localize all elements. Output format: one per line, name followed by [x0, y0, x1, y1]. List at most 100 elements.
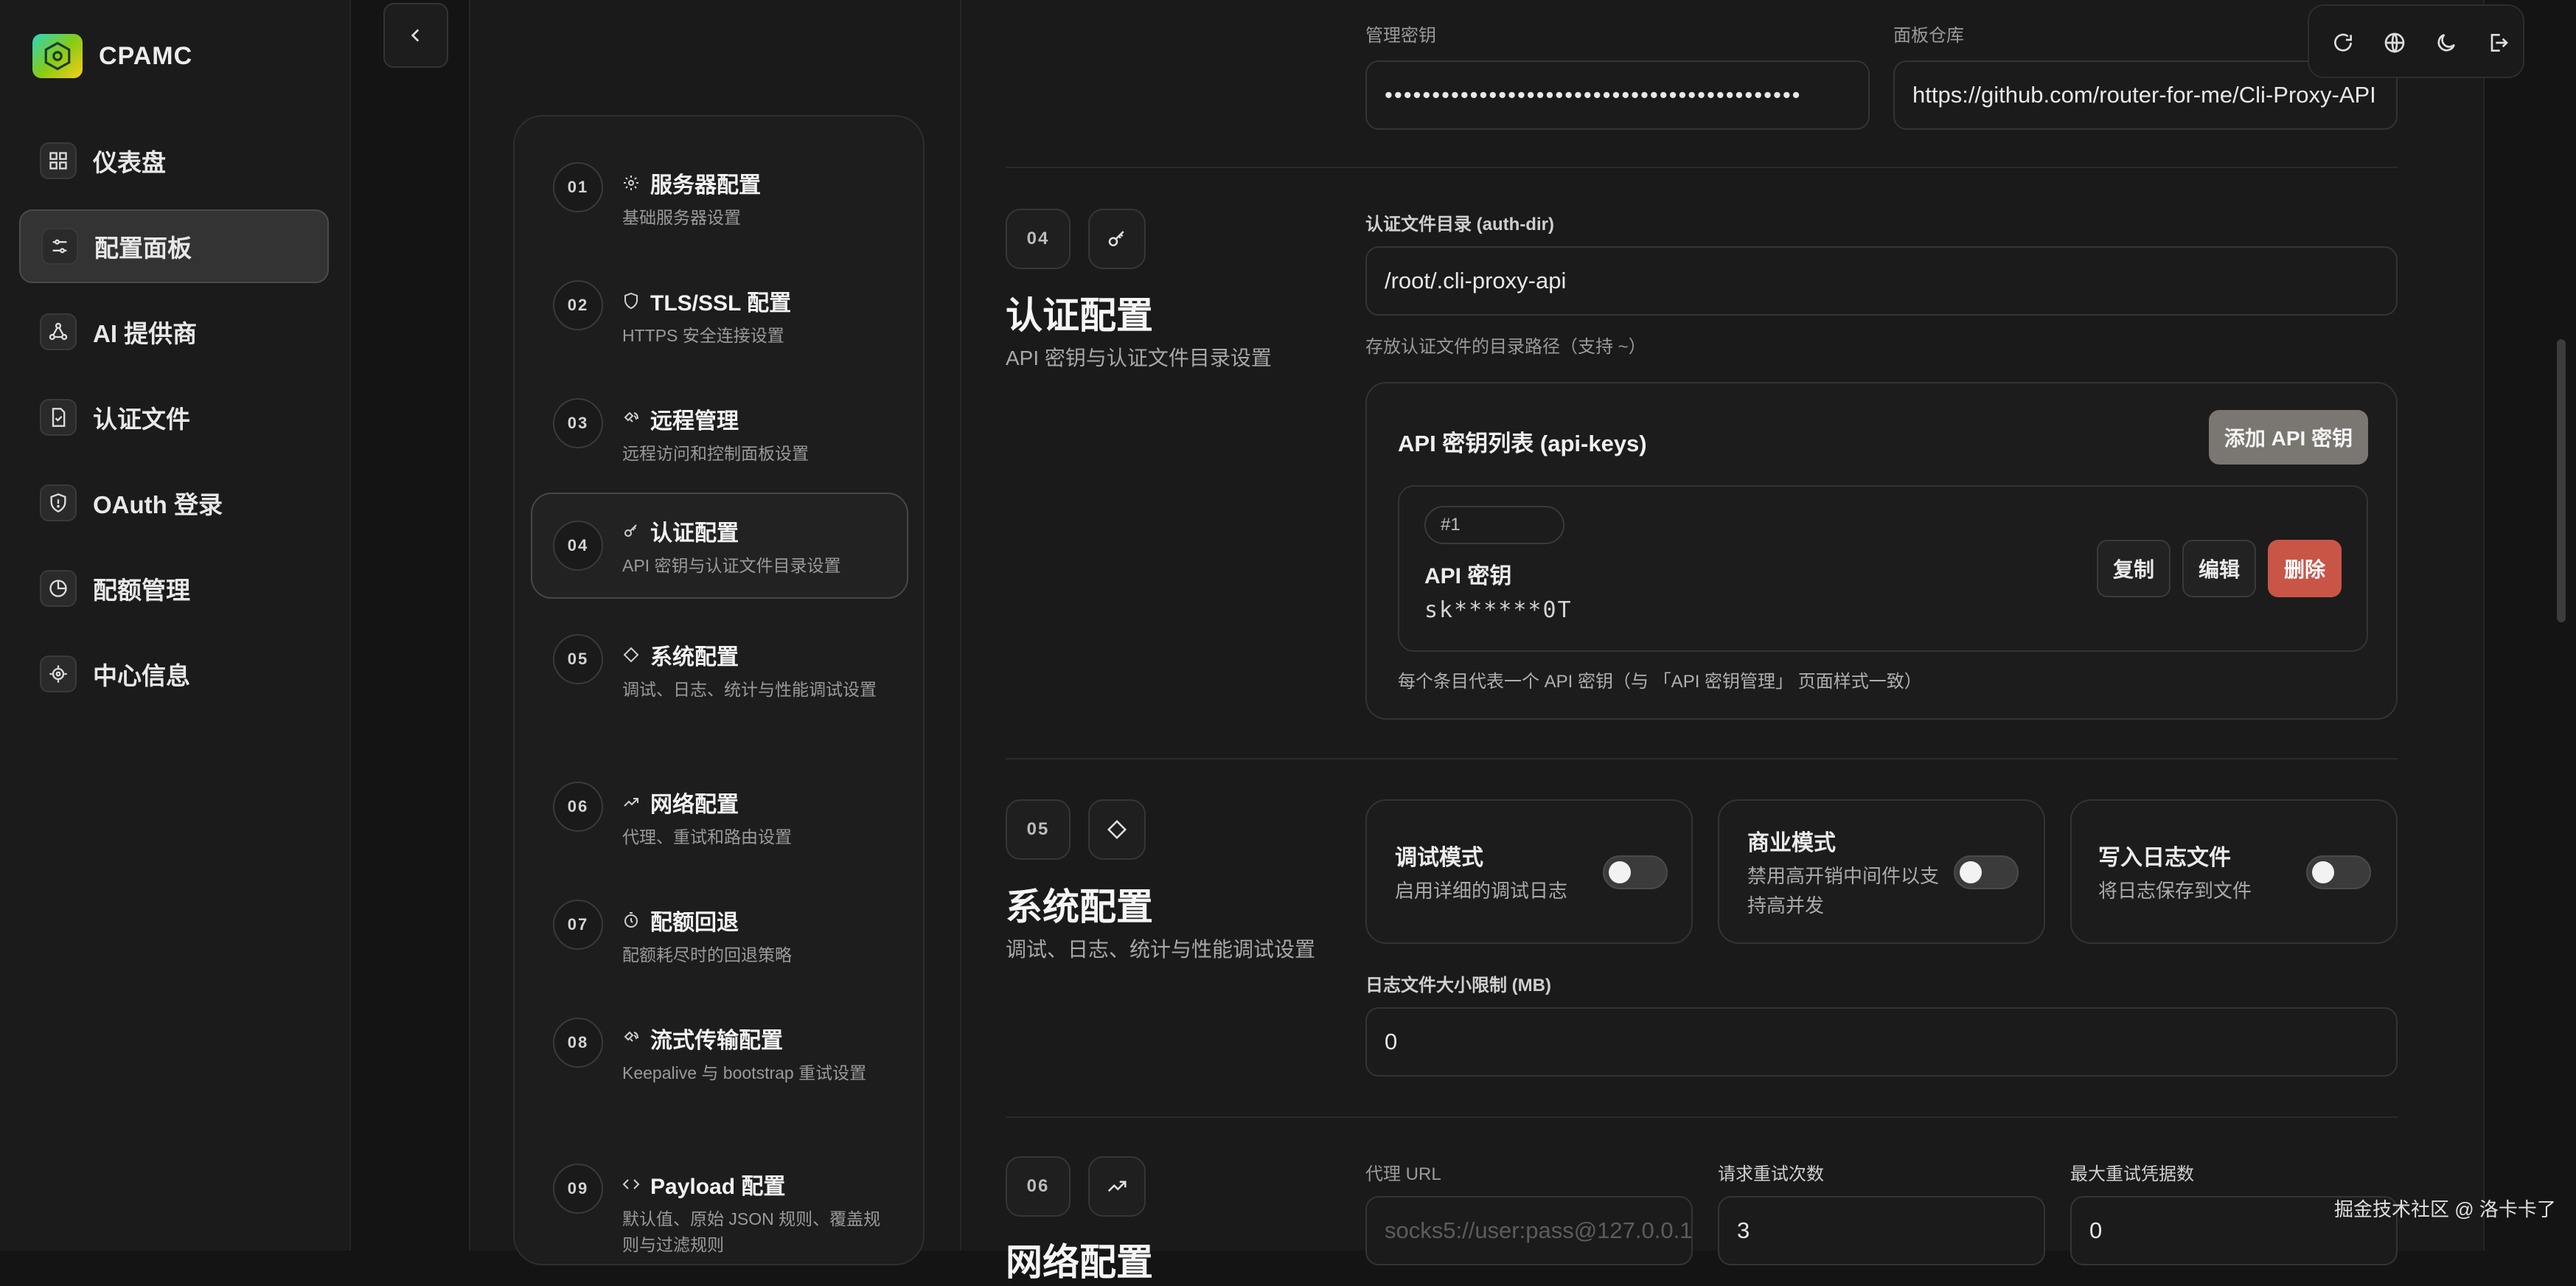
proxy-url-input[interactable]: socks5://user:pass@127.0.0.1:1080	[1365, 1196, 1693, 1265]
pie-chart-icon	[40, 570, 77, 607]
section-title: 服务器配置	[650, 173, 761, 198]
section-desc: Keepalive 与 bootstrap 重试设置	[622, 1063, 867, 1082]
nav-item-config-panel[interactable]: 配置面板	[19, 209, 329, 283]
section-item-server[interactable]: 01 服务器配置 基础服务器设置	[531, 146, 908, 249]
section-divider	[1006, 167, 2398, 168]
scrollbar[interactable]	[2557, 339, 2566, 622]
watermark: 掘金技术社区 @ 洛卡卡了	[2334, 1198, 2556, 1220]
section-title: 认证配置	[1006, 295, 1153, 336]
log-to-file-toggle[interactable]	[2306, 855, 2371, 889]
section-item-system[interactable]: 05 系统配置 调试、日志、统计与性能调试设置	[531, 618, 908, 751]
section-title: TLS/SSL 配置	[650, 291, 792, 316]
section-item-auth[interactable]: 04 认证配置 API 密钥与认证文件目录设置	[531, 493, 908, 599]
nav-item-dashboard[interactable]: 仪表盘	[19, 124, 329, 198]
section-desc: API 密钥与认证文件目录设置	[622, 556, 841, 575]
section-title: 配额回退	[650, 911, 739, 935]
trend-icon	[1088, 1156, 1146, 1217]
section-item-remote[interactable]: 03 远程管理 远程访问和控制面板设置	[531, 382, 908, 485]
section-title: 网络配置	[650, 793, 739, 817]
section-title: 网络配置	[1006, 1242, 1153, 1283]
section-item-network[interactable]: 06 网络配置 代理、重试和路由设置	[531, 765, 908, 869]
delete-button[interactable]: 删除	[2268, 540, 2342, 597]
nav-item-oauth-login[interactable]: OAuth 登录	[19, 466, 329, 540]
management-secret-input[interactable]: ••••••••••••••••••••••••••••••••••••••••…	[1365, 60, 1870, 130]
brand-name: CPAMC	[99, 41, 193, 70]
toggle-desc: 启用详细的调试日志	[1395, 880, 1568, 902]
section-number: 05	[553, 634, 603, 684]
section-number-badge: 06	[1006, 1156, 1071, 1217]
collapse-sidebar-button[interactable]	[383, 3, 448, 68]
section-number: 03	[553, 398, 603, 448]
debug-mode-toggle[interactable]	[1603, 855, 1668, 889]
divider	[960, 0, 961, 1251]
nav-label: OAuth 登录	[93, 491, 223, 518]
nav-item-auth-files[interactable]: 认证文件	[19, 380, 329, 454]
section-desc: HTTPS 安全连接设置	[622, 326, 784, 345]
add-api-key-button[interactable]: 添加 API 密钥	[2209, 410, 2368, 465]
section-item-quota-fallback[interactable]: 07 配额回退 配额耗尽时的回退策略	[531, 883, 908, 987]
section-number: 07	[553, 900, 603, 950]
section-desc: 远程访问和控制面板设置	[622, 444, 809, 463]
section-index: 01 服务器配置 基础服务器设置 02 TLS/SSL 配置 HTTPS 安全连…	[513, 115, 925, 1265]
section-title: Payload 配置	[650, 1175, 786, 1199]
log-size-input[interactable]: 0	[1365, 1007, 2398, 1077]
max-retry-label: 最大重试凭据数	[2070, 1164, 2194, 1184]
moon-icon[interactable]	[2431, 28, 2461, 58]
nav-label: AI 提供商	[93, 320, 198, 347]
shield-icon	[622, 292, 640, 310]
auth-dir-label: 认证文件目录 (auth-dir)	[1365, 215, 1554, 234]
satellite-icon	[622, 1029, 640, 1047]
repo-label: 面板仓库	[1893, 26, 1964, 46]
toggle-title: 商业模式	[1747, 831, 1836, 855]
section-number: 01	[553, 162, 603, 212]
app-sidebar: CPAMC 仪表盘 配置面板 AI 提供商 认证文件 OAuth 登录 配额管理…	[0, 0, 351, 1251]
nav-label: 配置面板	[94, 234, 192, 262]
section-number-badge: 05	[1006, 799, 1071, 860]
trend-icon	[622, 793, 640, 811]
chevron-left-icon	[406, 26, 425, 45]
section-item-streaming[interactable]: 08 流式传输配置 Keepalive 与 bootstrap 重试设置	[531, 1001, 908, 1134]
nav-item-center-info[interactable]: 中心信息	[19, 637, 329, 711]
section-desc: 调试、日志、统计与性能调试设置	[622, 680, 877, 699]
gear-icon	[622, 174, 640, 192]
request-retry-input[interactable]: 3	[1718, 1196, 2045, 1265]
section-item-tls[interactable]: 02 TLS/SSL 配置 HTTPS 安全连接设置	[531, 264, 908, 367]
section-title: 系统配置	[650, 645, 739, 670]
code-icon	[622, 1175, 640, 1193]
section-number: 08	[553, 1018, 603, 1068]
shield-icon	[40, 484, 77, 521]
refresh-icon[interactable]	[2328, 28, 2358, 58]
dashboard-icon	[40, 142, 77, 179]
section-number: 06	[553, 782, 603, 832]
edit-button[interactable]: 编辑	[2182, 540, 2256, 597]
section-number: 09	[553, 1164, 603, 1214]
commercial-mode-card: 商业模式 禁用高开销中间件以支持高并发	[1718, 799, 2045, 944]
logout-icon[interactable]	[2483, 28, 2513, 58]
auth-dir-hint: 存放认证文件的目录路径（支持 ~）	[1365, 337, 1646, 357]
section-desc: 基础服务器设置	[622, 208, 741, 227]
key-icon	[622, 522, 640, 540]
section-title: 认证配置	[650, 521, 739, 546]
section-desc: 调试、日志、统计与性能调试设置	[1006, 938, 1316, 961]
section-desc: API 密钥与认证文件目录设置	[1006, 347, 1272, 369]
section-item-payload[interactable]: 09 Payload 配置 默认值、原始 JSON 规则、覆盖规则与过滤规则	[531, 1147, 908, 1265]
api-keys-title: API 密钥列表 (api-keys)	[1398, 431, 1647, 456]
key-index-badge: #1	[1424, 506, 1564, 544]
api-keys-card: API 密钥列表 (api-keys) 添加 API 密钥 #1 API 密钥 …	[1365, 382, 2398, 720]
diamond-icon	[622, 646, 640, 664]
auth-dir-input[interactable]: /root/.cli-proxy-api	[1365, 246, 2398, 316]
copy-button[interactable]: 复制	[2097, 540, 2171, 597]
toggle-desc: 将日志保存到文件	[2098, 880, 2252, 902]
sliders-icon	[41, 228, 78, 265]
nav-item-ai-providers[interactable]: AI 提供商	[19, 295, 329, 369]
section-desc: 配额耗尽时的回退策略	[622, 945, 792, 965]
network-icon	[40, 313, 77, 350]
section-title: 系统配置	[1006, 886, 1153, 928]
log-size-label: 日志文件大小限制 (MB)	[1365, 976, 1551, 995]
globe-icon[interactable]	[2380, 28, 2409, 58]
chip-icon	[40, 656, 77, 692]
brand[interactable]: CPAMC	[32, 34, 192, 78]
commercial-mode-toggle[interactable]	[1954, 855, 2019, 889]
nav-item-quota[interactable]: 配额管理	[19, 552, 329, 625]
section-number-badge: 04	[1006, 209, 1071, 269]
